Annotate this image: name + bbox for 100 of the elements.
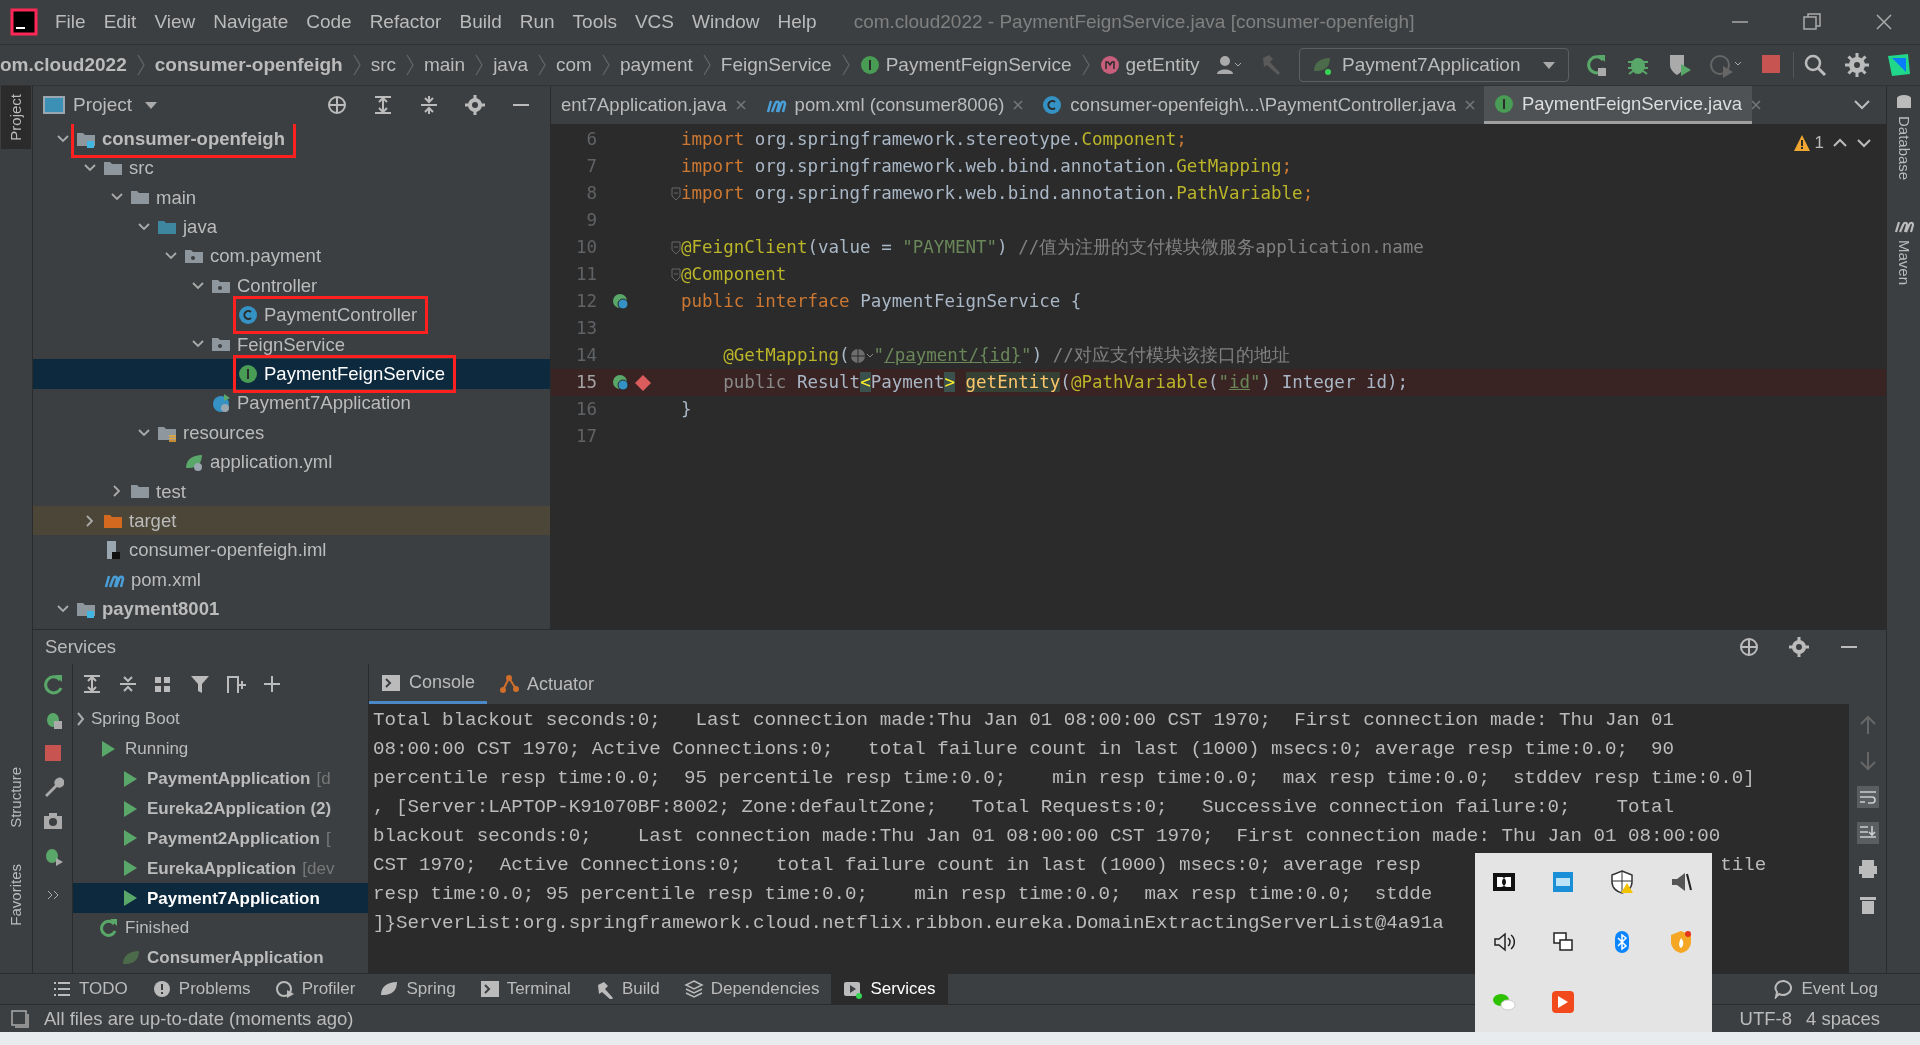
collapse-all-icon[interactable] — [418, 94, 440, 116]
tool-window-tab[interactable]: Services — [831, 973, 948, 1005]
tree-item-label[interactable]: src — [129, 154, 154, 182]
service-item-label[interactable]: ConsumerApplication — [147, 945, 324, 971]
tree-item-label[interactable]: resources — [183, 418, 265, 447]
service-item-label[interactable]: Payment2Application — [147, 825, 320, 852]
tree-item-label[interactable]: consumer-openfeigh.iml — [129, 536, 327, 565]
implemented-icon[interactable] — [611, 291, 631, 312]
menu-item[interactable]: Edit — [94, 7, 146, 37]
tree-item-label[interactable]: FeignService — [237, 330, 345, 359]
breadcrumb-item[interactable]: java — [493, 50, 528, 80]
breadcrumb-item[interactable]: consumer-openfeigh — [154, 50, 343, 80]
play-app-icon[interactable] — [1550, 990, 1577, 1016]
panel-toggle-icon[interactable] — [10, 1008, 30, 1029]
tree-item-label[interactable]: payment8001 — [102, 595, 220, 623]
breadcrumb-item[interactable]: src — [370, 50, 396, 80]
menu-item[interactable]: Refactor — [360, 7, 451, 37]
tool-window-button[interactable]: Structure — [1, 758, 31, 836]
editor-tab[interactable]: PaymentFeignService.java — [1483, 86, 1753, 124]
tool-window-tab[interactable]: Terminal — [467, 973, 583, 1005]
search-icon[interactable] — [1802, 52, 1828, 78]
breadcrumb-item[interactable]: getEntity — [1099, 50, 1200, 80]
editor-tab[interactable]: ent7Application.java — [551, 86, 737, 124]
close-icon[interactable] — [734, 99, 747, 111]
tool-window-button[interactable]: Project — [1, 86, 31, 149]
menu-item[interactable]: Help — [768, 7, 826, 37]
tree-item-label[interactable]: Controller — [237, 271, 318, 300]
indent-indicator[interactable]: 4 spaces — [1805, 1004, 1880, 1033]
event-log-button[interactable]: Event Log — [1762, 973, 1890, 1005]
menu-item[interactable]: Window — [683, 7, 769, 37]
tree-item-label[interactable]: Payment7Application — [237, 389, 411, 418]
fold-marker-icon[interactable] — [671, 240, 681, 255]
settings-icon[interactable] — [1844, 52, 1870, 78]
fold-marker-icon[interactable] — [671, 267, 681, 282]
breadcrumb-item[interactable]: payment — [619, 50, 693, 80]
service-item-label[interactable]: EurekaApplication — [147, 855, 297, 882]
tool-window-tab[interactable]: Dependencies — [671, 973, 832, 1005]
encoding-indicator[interactable]: UTF-8 — [1739, 1004, 1792, 1033]
expand-all-icon[interactable] — [81, 672, 103, 695]
menu-item[interactable]: View — [145, 7, 205, 37]
implemented-icon[interactable] — [611, 372, 631, 393]
menu-item[interactable]: Navigate — [204, 7, 298, 37]
service-item-label[interactable]: PaymentApplication — [147, 765, 311, 792]
service-item-label[interactable]: Finished — [125, 915, 190, 941]
tool-window-tab[interactable]: Problems — [139, 973, 263, 1005]
tree-item-label[interactable]: main — [156, 183, 197, 212]
breadcrumb-item[interactable]: com — [556, 50, 592, 80]
tree-item-label[interactable]: com.payment — [210, 242, 322, 271]
more-icon[interactable] — [45, 888, 60, 902]
menu-item[interactable]: VCS — [625, 7, 683, 37]
settings-icon[interactable] — [464, 94, 486, 116]
scroll-to-end-icon[interactable] — [1856, 822, 1879, 844]
locate-icon[interactable] — [1738, 636, 1760, 658]
camera-icon[interactable] — [41, 810, 64, 832]
excluded-tree-row[interactable]: target — [33, 506, 550, 536]
tree-item-label[interactable]: test — [156, 477, 186, 506]
settings-icon[interactable] — [1788, 636, 1810, 658]
tool-window-tab[interactable]: Build — [582, 973, 672, 1005]
editor-tab[interactable]: pom.xml (consumer8006) — [754, 86, 1015, 124]
breadcrumb-item[interactable]: main — [423, 50, 466, 80]
tool-window-button[interactable]: Database — [1888, 86, 1919, 189]
soft-wrap-icon[interactable] — [1856, 786, 1879, 808]
tool-window-tab[interactable]: Spring — [367, 973, 468, 1005]
menu-item[interactable]: File — [46, 7, 95, 37]
service-item-label[interactable]: Payment7Application — [147, 885, 320, 911]
tree-item-label[interactable]: consumer-openfeigh — [102, 124, 285, 153]
console-tab[interactable]: Actuator — [487, 664, 607, 704]
breakpoint-icon[interactable] — [635, 374, 651, 391]
tree-item-label[interactable]: pom.xml — [131, 565, 201, 594]
tree-item-label[interactable]: PaymentFeignService — [264, 359, 445, 388]
menu-item[interactable]: Code — [297, 7, 361, 37]
service-item-label[interactable]: Eureka2Application (2) — [147, 795, 332, 822]
expand-all-icon[interactable] — [372, 94, 394, 116]
tool-window-tab[interactable]: TODO — [40, 973, 140, 1005]
locate-icon[interactable] — [326, 94, 348, 116]
menu-item[interactable]: Build — [450, 7, 511, 37]
editor-tab[interactable]: consumer-openfeigh\...\PaymentController.java — [1032, 86, 1466, 124]
service-item-label[interactable]: Spring Boot — [91, 706, 180, 732]
breadcrumb-item[interactable]: FeignService — [720, 50, 832, 80]
tool-window-button[interactable]: Favorites — [1, 855, 31, 934]
tree-item-label[interactable]: target — [129, 506, 177, 535]
tree-item-label[interactable]: java — [183, 213, 217, 241]
menu-item[interactable]: Run — [510, 7, 564, 37]
menu-item[interactable]: Tools — [563, 7, 626, 37]
close-icon[interactable] — [1750, 99, 1763, 111]
app-logo-icon[interactable] — [1886, 52, 1912, 78]
tool-window-button[interactable]: Maven — [1888, 208, 1919, 294]
run-configuration-dropdown[interactable]: Payment7Application — [1299, 48, 1569, 82]
breadcrumb-item[interactable]: PaymentFeignService — [859, 50, 1072, 80]
close-icon[interactable] — [1012, 99, 1025, 111]
rerun-icon[interactable] — [41, 674, 64, 696]
fold-marker-icon[interactable] — [671, 186, 681, 201]
close-icon[interactable] — [1463, 99, 1476, 111]
breadcrumb-item[interactable]: om.cloud2022 — [0, 50, 127, 80]
service-item-label[interactable]: Running — [125, 736, 189, 762]
globe-icon[interactable] — [849, 346, 874, 365]
warning-count[interactable]: 1 — [1792, 130, 1824, 156]
tree-item-label[interactable]: application.yml — [210, 448, 333, 476]
project-view-dropdown[interactable]: Project — [73, 90, 159, 120]
tool-window-tab[interactable]: Profiler — [262, 973, 368, 1005]
